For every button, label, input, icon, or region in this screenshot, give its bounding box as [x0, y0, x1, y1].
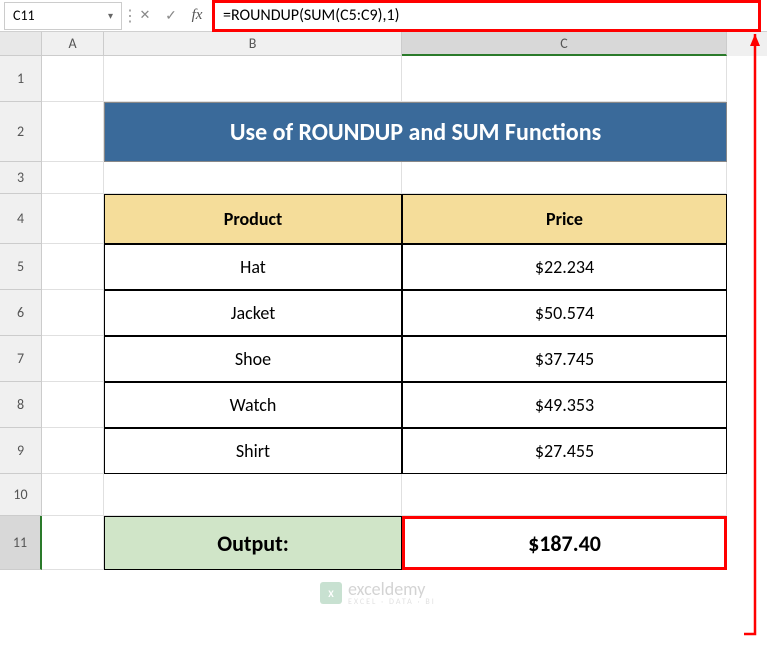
cell-C10[interactable]	[402, 474, 727, 516]
output-label-cell[interactable]: Output:	[104, 516, 402, 570]
name-box-value: C11	[13, 7, 35, 24]
excel-icon: X	[320, 582, 342, 604]
row-header-1[interactable]: 1	[0, 56, 42, 102]
cell-price[interactable]: $49.353	[402, 382, 727, 428]
row-header-5[interactable]: 5	[0, 244, 42, 290]
row-header-6[interactable]: 6	[0, 290, 42, 336]
row-header-11[interactable]: 11	[0, 516, 42, 570]
output-value-text: $187.40	[528, 530, 601, 557]
watermark-brand: exceldemy	[348, 580, 436, 598]
cell-text: Watch	[230, 394, 277, 416]
fx-icon[interactable]: fx	[184, 2, 210, 30]
table-row: Shoe $37.745	[42, 336, 767, 382]
table-row: Watch $49.353	[42, 382, 767, 428]
output-highlight: $187.40	[402, 516, 727, 570]
cell-A10[interactable]	[42, 474, 104, 516]
cell-text: Shirt	[236, 440, 270, 462]
title-text: Use of ROUNDUP and SUM Functions	[230, 118, 601, 147]
row-header-7[interactable]: 7	[0, 336, 42, 382]
row-header-3[interactable]: 3	[0, 162, 42, 194]
col-header-C[interactable]: C	[402, 32, 727, 56]
header-product-text: Product	[224, 208, 283, 230]
cell-B1[interactable]	[104, 56, 402, 102]
table-row	[42, 162, 767, 194]
cell-B3[interactable]	[104, 162, 402, 194]
chevron-down-icon[interactable]: ▾	[108, 9, 113, 22]
cell-A5[interactable]	[42, 244, 104, 290]
cell-text: Jacket	[231, 302, 275, 324]
cell-B10[interactable]	[104, 474, 402, 516]
table-row	[42, 56, 767, 102]
cell-text: $22.234	[535, 256, 594, 278]
cell-A11[interactable]	[42, 516, 104, 570]
cell-price[interactable]: $50.574	[402, 290, 727, 336]
row-header-9[interactable]: 9	[0, 428, 42, 474]
select-all-corner[interactable]	[0, 32, 42, 56]
cell-text: Shoe	[235, 348, 271, 370]
table-row: Hat $22.234	[42, 244, 767, 290]
cell-C3[interactable]	[402, 162, 727, 194]
watermark-tag: EXCEL · DATA · BI	[348, 598, 436, 606]
table-row: Output: $187.40	[42, 516, 767, 570]
row-header-8[interactable]: 8	[0, 382, 42, 428]
row-header-4[interactable]: 4	[0, 194, 42, 244]
column-header-row: A B C	[0, 32, 767, 56]
col-header-B[interactable]: B	[104, 32, 402, 56]
title-cell[interactable]: Use of ROUNDUP and SUM Functions	[104, 102, 727, 162]
output-value-cell[interactable]: $187.40	[528, 530, 601, 557]
watermark: X exceldemy EXCEL · DATA · BI	[320, 580, 436, 606]
header-price[interactable]: Price	[402, 194, 727, 244]
cell-price[interactable]: $27.455	[402, 428, 727, 474]
table-row: Product Price	[42, 194, 767, 244]
cell-text: $37.745	[535, 348, 594, 370]
cell-price[interactable]: $22.234	[402, 244, 727, 290]
cell-text: $27.455	[535, 440, 594, 462]
cell-A1[interactable]	[42, 56, 104, 102]
row-header-2[interactable]: 2	[0, 102, 42, 162]
cell-product[interactable]: Hat	[104, 244, 402, 290]
divider: ⋮	[122, 6, 132, 26]
cell-text: Hat	[240, 256, 266, 278]
header-price-text: Price	[546, 208, 583, 230]
table-row: Jacket $50.574	[42, 290, 767, 336]
cell-text: $49.353	[535, 394, 594, 416]
cell-product[interactable]: Shirt	[104, 428, 402, 474]
cell-text: $50.574	[535, 302, 594, 324]
table-row	[42, 474, 767, 516]
cell-product[interactable]: Watch	[104, 382, 402, 428]
enter-icon[interactable]: ✓	[158, 2, 184, 30]
table-row: Use of ROUNDUP and SUM Functions	[42, 102, 767, 162]
col-header-A[interactable]: A	[42, 32, 104, 56]
row-header-10[interactable]: 10	[0, 474, 42, 516]
cell-product[interactable]: Shoe	[104, 336, 402, 382]
row-headers: 1 2 3 4 5 6 7 8 9 10 11	[0, 56, 42, 570]
cancel-icon[interactable]: ✕	[132, 2, 158, 30]
cell-A2[interactable]	[42, 102, 104, 162]
grid: 1 2 3 4 5 6 7 8 9 10 11 Use of ROUNDUP a…	[0, 56, 767, 570]
header-product[interactable]: Product	[104, 194, 402, 244]
formula-highlight	[212, 0, 761, 32]
cell-A7[interactable]	[42, 336, 104, 382]
name-box[interactable]: C11 ▾	[4, 2, 122, 30]
cell-A3[interactable]	[42, 162, 104, 194]
cell-C1[interactable]	[402, 56, 727, 102]
cell-price[interactable]: $37.745	[402, 336, 727, 382]
output-label-text: Output:	[217, 530, 289, 557]
cell-A9[interactable]	[42, 428, 104, 474]
cell-A8[interactable]	[42, 382, 104, 428]
cell-product[interactable]: Jacket	[104, 290, 402, 336]
formula-bar: C11 ▾ ⋮ ✕ ✓ fx	[0, 0, 767, 32]
table-row: Shirt $27.455	[42, 428, 767, 474]
formula-input[interactable]	[223, 6, 750, 25]
cell-A6[interactable]	[42, 290, 104, 336]
cell-A4[interactable]	[42, 194, 104, 244]
cells-area: Use of ROUNDUP and SUM Functions Product…	[42, 56, 767, 570]
